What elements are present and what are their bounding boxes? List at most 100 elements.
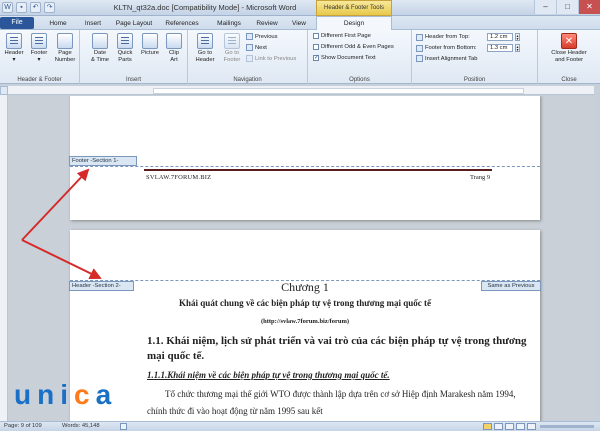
full-screen-icon[interactable] xyxy=(494,423,503,430)
different-odd-even-checkbox[interactable]: Different Odd & Even Pages xyxy=(313,44,394,50)
header-footer-tools-label: Header & Footer Tools xyxy=(316,0,392,16)
previous-button[interactable]: Previous xyxy=(246,33,278,40)
checkbox-icon xyxy=(313,44,319,50)
calendar-icon xyxy=(92,33,108,49)
different-first-page-checkbox[interactable]: Different First Page xyxy=(313,33,371,39)
group-label: Header & Footer xyxy=(17,77,62,83)
footer-from-bottom-row: Footer from Bottom: 1.3 cm ▴ ▾ xyxy=(416,44,520,52)
document-url[interactable]: (http://svlaw.7forum.biz/forum) xyxy=(70,318,540,325)
status-bar: Page: 9 of 109 Words: 45,148 xyxy=(0,421,600,431)
clip-art-icon xyxy=(166,33,182,49)
date-time-button[interactable]: Date & Time xyxy=(88,33,112,64)
group-options: Different First Page Different Odd & Eve… xyxy=(308,30,412,84)
tab-references[interactable]: References xyxy=(158,17,206,30)
window-title: KLTN_qt32a.doc [Compatibility Mode] - Mi… xyxy=(113,3,297,12)
footer-section-tag: Footer -Section 1- xyxy=(69,156,137,166)
group-label: Close xyxy=(561,77,577,83)
picture-button[interactable]: Picture xyxy=(138,33,162,57)
footer-left-text[interactable]: SVLAW.7FORUM.BIZ xyxy=(146,174,211,181)
redo-icon[interactable]: ↷ xyxy=(44,2,55,13)
header-position-icon xyxy=(416,33,423,41)
subsection-heading[interactable]: 1.1.1.Khái niệm về các biện pháp tự vệ t… xyxy=(147,370,390,380)
footer-rule xyxy=(144,169,492,171)
clip-art-button[interactable]: Clip Art xyxy=(163,33,185,64)
minimize-button[interactable]: – xyxy=(534,0,556,14)
tab-view[interactable]: View xyxy=(284,17,314,30)
view-buttons xyxy=(483,423,536,430)
group-close: Close Header and Footer Close xyxy=(538,30,600,84)
header-button[interactable]: Header ▾ xyxy=(2,33,26,64)
spinner-icon[interactable]: ▴ ▾ xyxy=(515,33,520,41)
group-label: Navigation xyxy=(233,77,262,83)
previous-icon xyxy=(246,33,253,40)
footer-icon xyxy=(31,33,47,49)
print-layout-icon[interactable] xyxy=(483,423,492,430)
window-controls: – □ ✕ xyxy=(534,0,600,14)
vertical-ruler[interactable] xyxy=(0,86,8,421)
insert-alignment-tab-button[interactable]: Insert Alignment Tab xyxy=(416,55,477,62)
page-9[interactable]: Footer -Section 1- SVLAW.7FORUM.BIZ Tran… xyxy=(69,96,540,220)
close-icon xyxy=(561,33,577,49)
tab-design[interactable]: Design xyxy=(316,16,392,31)
group-position: Header from Top: 1.2 cm ▴ ▾ Footer from B… xyxy=(412,30,538,84)
alignment-tab-icon xyxy=(416,55,423,62)
undo-icon[interactable]: ↶ xyxy=(30,2,41,13)
footer-button[interactable]: Footer ▾ xyxy=(27,33,51,64)
chapter-heading[interactable]: Chương 1 xyxy=(70,280,540,295)
save-icon[interactable]: ▪ xyxy=(16,2,27,13)
header-from-top-row: Header from Top: 1.2 cm ▴ ▾ xyxy=(416,33,520,41)
tab-file[interactable]: File xyxy=(0,17,34,29)
word-count[interactable]: Words: 45,148 xyxy=(62,422,100,431)
next-button[interactable]: Next xyxy=(246,44,267,51)
horizontal-ruler[interactable] xyxy=(8,86,594,95)
tab-mailings[interactable]: Mailings xyxy=(208,17,250,30)
link-icon xyxy=(246,55,253,62)
draft-icon[interactable] xyxy=(527,423,536,430)
go-to-header-icon xyxy=(197,33,213,49)
title-bar: W ▪ ↶ ↷ KLTN_qt32a.doc [Compatibility Mo… xyxy=(0,0,600,16)
close-window-button[interactable]: ✕ xyxy=(578,0,600,14)
tab-review[interactable]: Review xyxy=(250,17,284,30)
page-number-button[interactable]: Page Number xyxy=(52,33,78,64)
go-to-footer-icon xyxy=(224,33,240,49)
show-document-text-checkbox[interactable]: Show Document Text xyxy=(313,55,376,61)
checkbox-icon xyxy=(313,33,319,39)
page-number-icon xyxy=(57,33,73,49)
header-icon xyxy=(6,33,22,49)
body-paragraph[interactable]: Tổ chức thương mại thế giới WTO được thà… xyxy=(147,386,537,420)
tab-home[interactable]: Home xyxy=(40,17,76,30)
group-header-footer: Header ▾ Footer ▾ Page Number Header & Foo… xyxy=(0,30,80,84)
document-title[interactable]: Khái quát chung về các biện pháp tự vệ t… xyxy=(70,298,540,308)
footer-from-bottom-input[interactable]: 1.3 cm xyxy=(487,44,513,52)
tab-page-layout[interactable]: Page Layout xyxy=(110,17,158,30)
page-10[interactable]: Header -Section 2- Same as Previous Chươ… xyxy=(69,230,541,421)
go-to-header-button[interactable]: Go to Header xyxy=(192,33,218,64)
header-from-top-input[interactable]: 1.2 cm xyxy=(487,33,513,41)
proofing-icon[interactable] xyxy=(120,423,127,430)
outline-icon[interactable] xyxy=(516,423,525,430)
ribbon-tabs: Home Insert Page Layout References Maili… xyxy=(0,16,600,30)
tab-insert[interactable]: Insert xyxy=(76,17,110,30)
go-to-footer-button[interactable]: Go to Footer xyxy=(219,33,245,64)
zoom-slider[interactable] xyxy=(540,425,594,428)
quick-access-toolbar: W ▪ ↶ ↷ xyxy=(2,2,55,13)
maximize-button[interactable]: □ xyxy=(556,0,578,14)
quick-parts-icon xyxy=(117,33,133,49)
next-icon xyxy=(246,44,253,51)
spinner-icon[interactable]: ▴ ▾ xyxy=(515,44,520,52)
unica-logo: unica xyxy=(14,379,118,410)
word-icon[interactable]: W xyxy=(2,2,13,13)
web-layout-icon[interactable] xyxy=(505,423,514,430)
group-insert: Date & Time Quick Parts Picture Clip Art… xyxy=(80,30,188,84)
document-area[interactable]: Footer -Section 1- SVLAW.7FORUM.BIZ Tran… xyxy=(8,96,594,421)
ruler-tab-selector[interactable] xyxy=(0,86,8,95)
page-count[interactable]: Page: 9 of 109 xyxy=(4,422,42,431)
footer-page-number[interactable]: Trang 9 xyxy=(470,174,490,181)
link-to-previous-button[interactable]: Link to Previous xyxy=(246,55,296,62)
quick-parts-button[interactable]: Quick Parts xyxy=(113,33,137,64)
group-label: Insert xyxy=(125,77,141,83)
ruler-scale xyxy=(153,88,524,94)
section-heading[interactable]: 1.1. Khái niệm, lịch sử phát triển và va… xyxy=(147,334,527,364)
close-header-footer-button[interactable]: Close Header and Footer xyxy=(540,33,598,64)
group-navigation: Go to Header Go to Footer Previous Next … xyxy=(188,30,308,84)
